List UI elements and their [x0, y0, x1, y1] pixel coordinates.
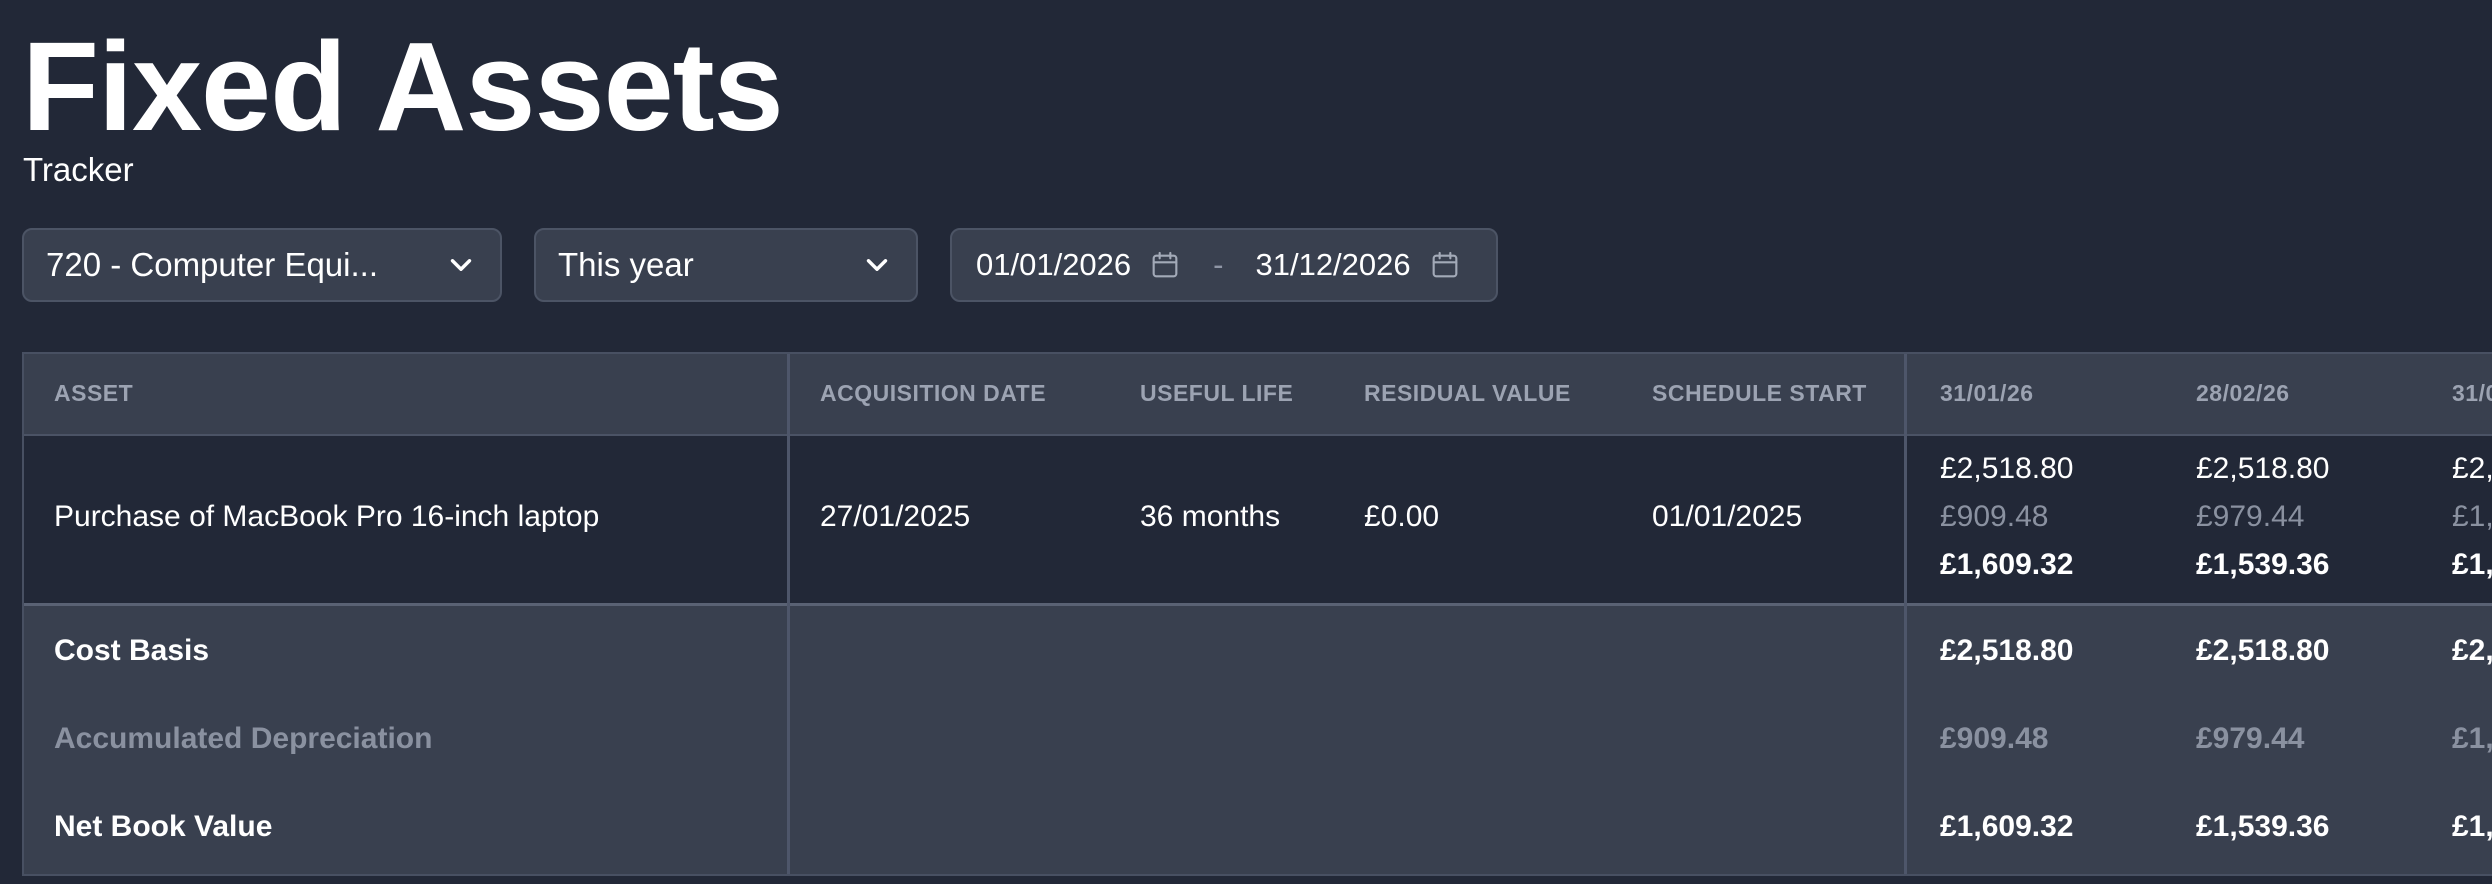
header-schedule-start[interactable]: SCHEDULE START: [1652, 380, 1867, 407]
acquisition-date: 27/01/2025: [820, 500, 971, 533]
month-depreciation: £979.44: [2196, 500, 2305, 533]
net-book-value-total: £1,539.36: [2196, 810, 2330, 843]
month-depreciation: £1,049.40: [2452, 500, 2492, 533]
header-acquisition-date[interactable]: ACQUISITION DATE: [820, 380, 1046, 407]
accumulated-depreciation-label: Accumulated Depreciation: [54, 722, 433, 755]
accumulated-depreciation-total: £1,049.40: [2452, 722, 2492, 755]
accumulated-depreciation-total: £979.44: [2196, 722, 2305, 755]
header-month[interactable]: 31/03/26: [2452, 380, 2492, 407]
account-select-value: 720 - Computer Equi...: [46, 246, 378, 283]
column-divider: [787, 354, 790, 874]
period-select[interactable]: This year: [534, 228, 918, 302]
cost-basis-total: £2,518.80: [2452, 634, 2492, 667]
chevron-down-icon: [866, 259, 888, 271]
net-book-value-total: £1,469.40: [2452, 810, 2492, 843]
page-title: Fixed Assets: [22, 16, 784, 157]
fixed-assets-page: Fixed Assets Tracker 720 - Computer Equi…: [0, 0, 2492, 884]
date-separator: -: [1213, 247, 1224, 282]
month-depreciation: £909.48: [1940, 500, 2049, 533]
header-residual-value[interactable]: RESIDUAL VALUE: [1364, 380, 1571, 407]
month-net-book-value: £1,469.40: [2452, 548, 2492, 581]
header-useful-life[interactable]: USEFUL LIFE: [1140, 380, 1293, 407]
asset-name[interactable]: Purchase of MacBook Pro 16-inch laptop: [54, 500, 599, 534]
month-cost: £2,518.80: [2452, 452, 2492, 485]
date-from-input[interactable]: 01/01/2026: [976, 247, 1131, 283]
column-divider: [1904, 354, 1907, 874]
cost-basis-label: Cost Basis: [54, 634, 210, 667]
header-asset[interactable]: ASSET: [54, 380, 133, 407]
residual-value: £0.00: [1364, 500, 1440, 533]
date-range-picker: 01/01/2026 - 31/12/2026: [950, 228, 1498, 302]
calendar-icon[interactable]: [1429, 249, 1461, 281]
date-to-input[interactable]: 31/12/2026: [1255, 247, 1410, 283]
month-net-book-value: £1,539.36: [2196, 548, 2330, 581]
account-select[interactable]: 720 - Computer Equi...: [22, 228, 502, 302]
useful-life: 36 months: [1140, 500, 1281, 533]
cost-basis-total: £2,518.80: [1940, 634, 2074, 667]
fixed-assets-table: ASSET ACQUISITION DATE USEFUL LIFE RESID…: [22, 352, 2492, 876]
month-cost: £2,518.80: [1940, 452, 2074, 485]
page-subtitle: Tracker: [23, 151, 134, 188]
net-book-value-label: Net Book Value: [54, 810, 273, 843]
schedule-start: 01/01/2025: [1652, 500, 1803, 533]
net-book-value-total: £1,609.32: [1940, 810, 2074, 843]
month-net-book-value: £1,609.32: [1940, 548, 2074, 581]
chevron-down-icon: [450, 259, 472, 271]
month-cost: £2,518.80: [2196, 452, 2330, 485]
header-month[interactable]: 31/01/26: [1940, 380, 2034, 407]
accumulated-depreciation-total: £909.48: [1940, 722, 2049, 755]
cost-basis-total: £2,518.80: [2196, 634, 2330, 667]
calendar-icon[interactable]: [1149, 249, 1181, 281]
period-select-value: This year: [558, 246, 694, 283]
header-month[interactable]: 28/02/26: [2196, 380, 2290, 407]
